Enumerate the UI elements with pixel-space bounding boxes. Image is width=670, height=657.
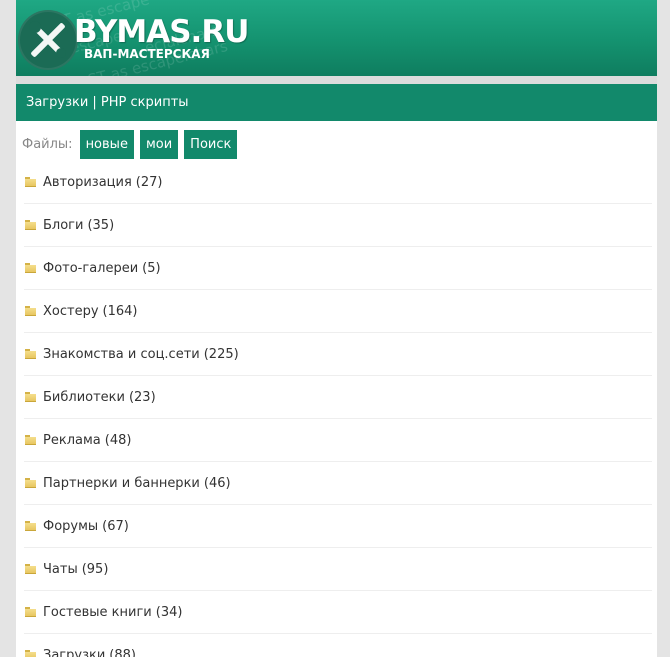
- folder-icon: [25, 349, 36, 359]
- folder-icon: [25, 478, 36, 488]
- category-label: Реклама: [43, 432, 101, 448]
- folder-icon: [25, 435, 36, 445]
- list-item[interactable]: Реклама (48): [24, 419, 652, 462]
- folder-icon: [25, 220, 36, 230]
- category-count: (67): [102, 518, 129, 534]
- list-item[interactable]: Блоги (35): [24, 204, 652, 247]
- page-title: Загрузки | PHP скрипты: [16, 84, 657, 121]
- category-count: (27): [135, 174, 163, 190]
- category-count: (34): [155, 604, 183, 620]
- category-label: Гостевые книги: [43, 604, 152, 620]
- category-label: Знакомства и соц.сети: [43, 346, 200, 362]
- category-count: (23): [128, 389, 156, 405]
- search-button[interactable]: Поиск: [184, 130, 238, 159]
- list-item[interactable]: Чаты (95): [24, 548, 652, 591]
- category-label: Партнерки и баннерки: [43, 475, 200, 491]
- category-count: (46): [203, 475, 231, 491]
- folder-icon: [25, 263, 36, 273]
- logo-title: BYMAS.RU: [74, 14, 249, 50]
- folder-icon: [25, 650, 36, 657]
- list-item[interactable]: Знакомства и соц.сети (225): [24, 333, 652, 376]
- category-label: Хостеру: [43, 303, 99, 319]
- site-header[interactable]: ST as escape reval escape ST as escapeic…: [16, 0, 657, 76]
- folder-icon: [25, 306, 36, 316]
- list-item[interactable]: Авторизация (27): [24, 161, 652, 204]
- list-item[interactable]: Загрузки (88): [24, 634, 652, 657]
- folder-icon: [25, 607, 36, 617]
- category-label: Чаты: [43, 561, 78, 577]
- category-count: (225): [203, 346, 239, 362]
- category-label: Фото-галереи: [43, 260, 139, 276]
- new-files-button[interactable]: новые: [79, 130, 134, 159]
- category-label: Загрузки: [43, 647, 106, 657]
- category-label: Авторизация: [43, 174, 132, 190]
- header-divider: [16, 76, 657, 84]
- list-item[interactable]: Гостевые книги (34): [24, 591, 652, 634]
- list-item[interactable]: Форумы (67): [24, 505, 652, 548]
- category-label: Блоги: [43, 217, 84, 233]
- category-count: (95): [81, 561, 109, 577]
- files-toolbar: Файлы: новые мои Поиск: [22, 130, 238, 159]
- files-label: Файлы:: [22, 137, 73, 152]
- logo-subtitle: ВАП-МАСТЕРСКАЯ: [84, 47, 210, 61]
- list-item[interactable]: Фото-галереи (5): [24, 247, 652, 290]
- category-label: Форумы: [43, 518, 99, 534]
- category-count: (164): [102, 303, 138, 319]
- category-count: (5): [142, 260, 161, 276]
- wrench-screwdriver-icon: [29, 21, 66, 58]
- category-count: (48): [104, 432, 132, 448]
- logo-icon: [18, 10, 78, 70]
- page-container: ST as escape reval escape ST as escapeic…: [16, 0, 657, 657]
- folder-icon: [25, 564, 36, 574]
- category-list: Авторизация (27) Блоги (35) Фото-галереи (5) Х…: [24, 161, 652, 657]
- category-count: (35): [87, 217, 115, 233]
- category-count: (88): [109, 647, 136, 657]
- list-item[interactable]: Партнерки и баннерки (46): [24, 462, 652, 505]
- list-item[interactable]: Хостеру (164): [24, 290, 652, 333]
- list-item[interactable]: Библиотеки (23): [24, 376, 652, 419]
- folder-icon: [25, 177, 36, 187]
- folder-icon: [25, 521, 36, 531]
- my-files-button[interactable]: мои: [139, 130, 179, 159]
- category-label: Библиотеки: [43, 389, 125, 405]
- folder-icon: [25, 392, 36, 402]
